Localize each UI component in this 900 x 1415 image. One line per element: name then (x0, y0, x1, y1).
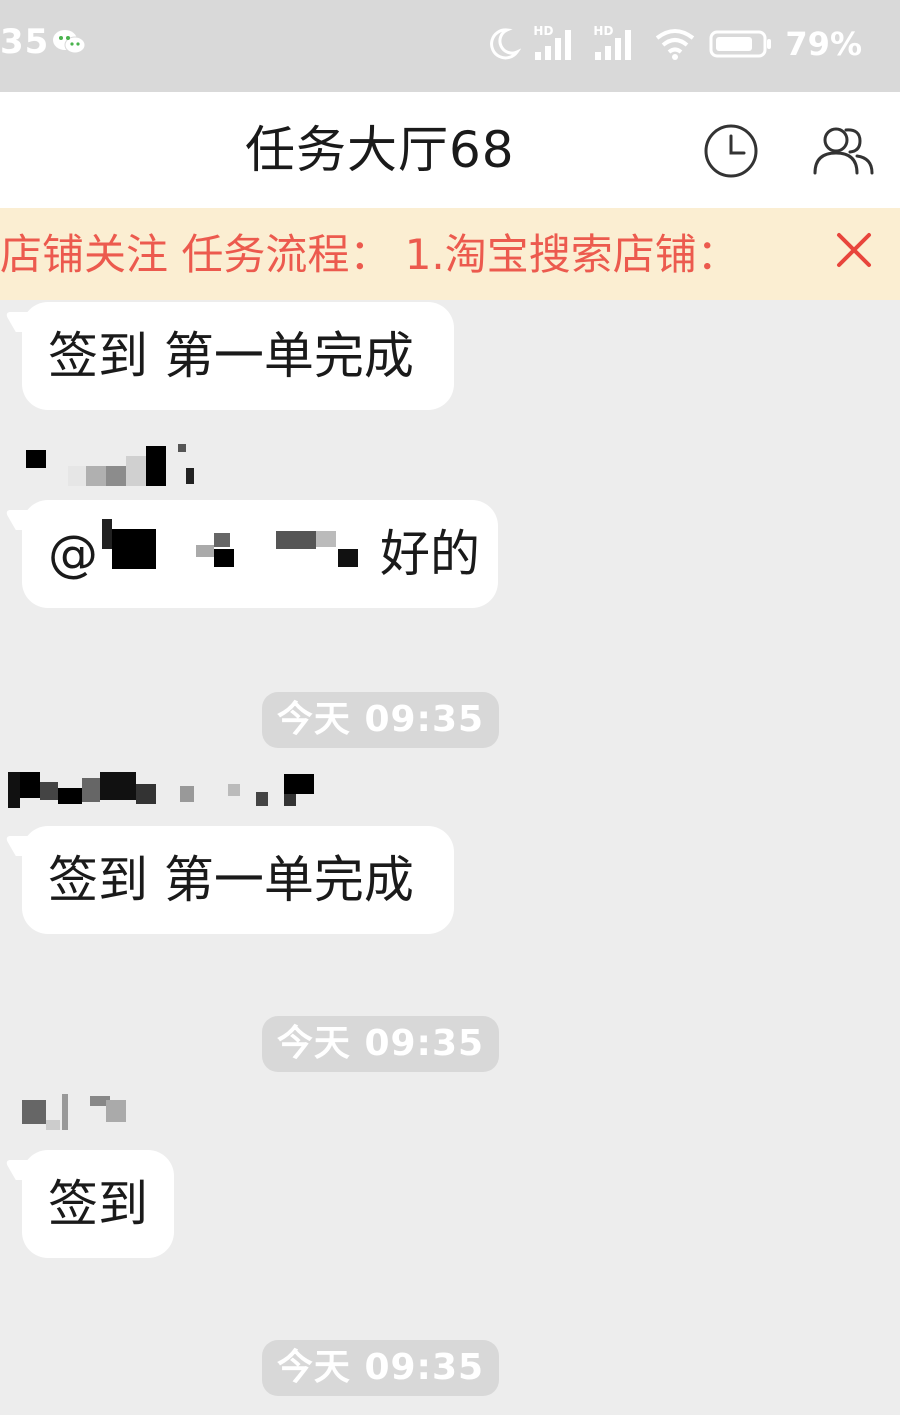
group-members-icon[interactable] (812, 123, 876, 179)
message-bubble[interactable]: 签到 (22, 1150, 174, 1258)
message-bubble[interactable]: @ 好的 (22, 500, 498, 608)
sender-name-redacted (0, 1094, 140, 1138)
mention-redacted (98, 518, 368, 583)
mention-at: @ (48, 525, 98, 583)
signal-group-2: HD (593, 24, 641, 64)
status-bar: 35 HD HD 79% (0, 0, 900, 92)
battery-level: 79% (785, 25, 862, 63)
timestamp-divider: 今天 09:35 (262, 1340, 499, 1396)
announcement-bar[interactable]: 店铺关注 任务流程： 1.淘宝搜索店铺： (0, 208, 900, 300)
timestamp-divider: 今天 09:35 (262, 1016, 499, 1072)
sender-name-redacted (0, 770, 330, 814)
message-bubble[interactable]: 签到 第一单完成 (22, 826, 454, 934)
close-icon[interactable] (836, 232, 872, 268)
message-text: 好的 (380, 525, 480, 583)
moon-icon (490, 28, 522, 60)
sender-name-redacted (0, 444, 220, 488)
message-text: 签到 第一单完成 (48, 851, 414, 909)
status-time: 35 (0, 22, 50, 62)
wechat-notification-icon (53, 30, 86, 54)
message-text: 签到 第一单完成 (48, 327, 414, 385)
timestamp-divider: 今天 09:35 (262, 692, 499, 748)
cell-signal-icon (595, 30, 632, 60)
clock-icon[interactable] (703, 123, 759, 179)
signal-group-1: HD (533, 24, 581, 64)
page-title: 任务大厅68 (245, 121, 515, 179)
message-bubble[interactable]: 签到 第一单完成 (22, 302, 454, 410)
cell-signal-icon (535, 30, 572, 60)
message-text: 签到 (48, 1175, 148, 1233)
announcement-text: 店铺关注 任务流程： 1.淘宝搜索店铺： (0, 230, 739, 279)
battery-icon (709, 30, 772, 58)
status-indicators: HD HD 79% (485, 24, 862, 64)
wifi-icon (656, 29, 695, 60)
